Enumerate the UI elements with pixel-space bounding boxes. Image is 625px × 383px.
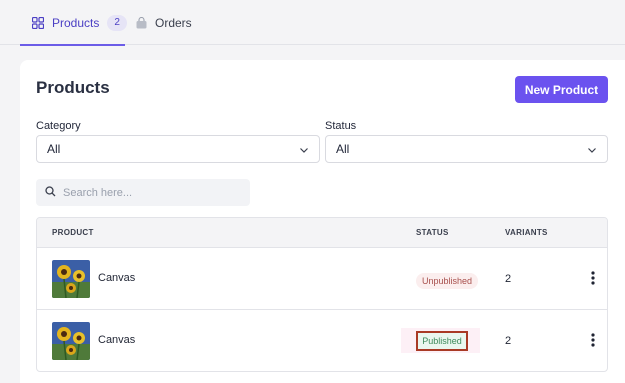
search-icon — [45, 184, 56, 202]
new-product-button[interactable]: New Product — [515, 76, 608, 103]
bag-icon — [136, 16, 147, 29]
grid-icon — [32, 16, 44, 29]
products-table: PRODUCT STATUS VARIANTS Canvas Unpublish… — [36, 217, 608, 372]
category-value: All — [47, 142, 61, 156]
tab-orders[interactable]: Orders — [136, 0, 192, 45]
more-options-icon[interactable] — [589, 270, 597, 286]
tab-products[interactable]: Products 2 — [20, 0, 127, 46]
table-header: PRODUCT STATUS VARIANTS — [37, 218, 607, 248]
variants-count: 2 — [505, 335, 512, 347]
category-label: Category — [36, 120, 81, 132]
product-thumbnail — [52, 260, 90, 298]
column-header-status: STATUS — [416, 228, 449, 237]
column-header-product: PRODUCT — [52, 228, 94, 237]
product-thumbnail — [52, 322, 90, 360]
products-count-badge: 2 — [107, 14, 127, 31]
variants-count: 2 — [505, 273, 512, 285]
status-label: Status — [325, 120, 357, 132]
more-options-icon[interactable] — [589, 332, 597, 348]
tab-bar: Products 2 Orders — [0, 0, 625, 46]
search-input[interactable] — [63, 186, 243, 199]
chevron-down-icon — [587, 144, 597, 158]
column-header-variants: VARIANTS — [505, 228, 548, 237]
table-row[interactable]: Canvas Unpublished 2 — [37, 248, 607, 310]
product-name[interactable]: Canvas — [98, 272, 135, 284]
status-badge: Unpublished — [416, 273, 479, 289]
product-name[interactable]: Canvas — [98, 334, 135, 346]
category-select[interactable]: All — [36, 135, 320, 163]
status-badge[interactable]: Published — [416, 331, 468, 351]
status-value: All — [336, 142, 350, 156]
tab-orders-label: Orders — [155, 15, 192, 30]
table-row[interactable]: Canvas Published 2 — [37, 310, 607, 371]
status-select[interactable]: All — [325, 135, 608, 163]
products-card: Products New Product Category All Status… — [20, 60, 625, 383]
tab-products-label: Products — [52, 15, 100, 30]
search-box[interactable] — [36, 179, 250, 206]
page-title: Products — [36, 78, 110, 97]
chevron-down-icon — [299, 144, 309, 158]
